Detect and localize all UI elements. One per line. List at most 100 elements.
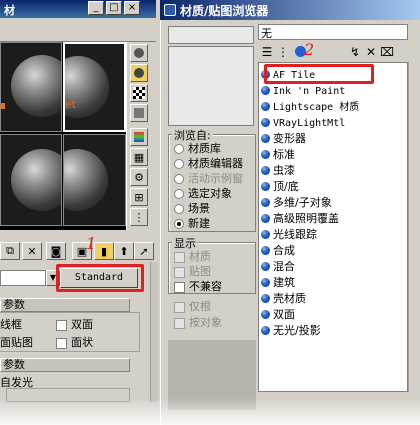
checkbox[interactable]	[174, 281, 185, 293]
list-item[interactable]: 双面	[261, 307, 295, 323]
material-ball-icon	[261, 166, 270, 175]
material-editor-title: 材	[4, 4, 15, 17]
sample-sphere	[64, 149, 108, 211]
basic-params-rollout[interactable]: 参数	[0, 358, 130, 372]
maximize-button[interactable]: □	[106, 1, 122, 15]
go-parent-icon: ⬆	[119, 244, 129, 258]
list-item[interactable]: 多维/子对象	[261, 195, 332, 211]
radio-button[interactable]	[174, 189, 184, 199]
sample-slot-2[interactable]: et	[63, 42, 126, 132]
browser-path-field[interactable]: 无	[258, 24, 408, 40]
list-scrollbar[interactable]	[408, 62, 420, 392]
browser-toolbar: ☰ ⋮ ↯ ✕ ⌧	[258, 42, 420, 62]
close-button[interactable]: ×	[124, 1, 140, 15]
browse-active-slot-radio: 活动示例窗	[174, 170, 243, 186]
material-ball-icon	[261, 294, 270, 303]
checkbox	[174, 301, 185, 313]
material-ball-icon	[261, 230, 270, 239]
face-map-option[interactable]: 面贴图	[0, 334, 33, 350]
material-ball-icon	[261, 102, 270, 111]
sample-slot-4[interactable]	[63, 134, 126, 226]
browse-scene-radio[interactable]: 场景	[174, 200, 210, 216]
material-ball-icon	[261, 278, 270, 287]
select-icon: ⊞	[134, 190, 144, 204]
list-item[interactable]: Lightscape 材质	[261, 99, 359, 115]
select-by-material-button[interactable]: ⊞	[130, 188, 148, 206]
radio-button[interactable]	[174, 204, 184, 214]
faceted-option[interactable]: 面状	[56, 334, 93, 350]
browse-mtl-library-radio[interactable]: 材质库	[174, 140, 221, 156]
list-item[interactable]: 高级照明覆盖	[261, 211, 339, 227]
list-item[interactable]: 无光/投影	[261, 323, 321, 339]
checkbox	[174, 317, 185, 329]
shader-basic-params-rollout[interactable]: 参数	[0, 298, 130, 312]
go-to-parent-button[interactable]: ⬆	[114, 242, 134, 260]
update-scene-materials-button[interactable]: ↯	[348, 43, 362, 60]
material-type-list[interactable]: AF Tile Ink 'n Paint Lightscape 材质 VRayL…	[258, 62, 408, 392]
list-item[interactable]: 合成	[261, 243, 295, 259]
view-list-icons-button[interactable]: ⋮	[276, 43, 290, 60]
radio-button[interactable]	[174, 144, 184, 154]
list-item[interactable]: 变形器	[261, 131, 306, 147]
put-to-library-button[interactable]: ◙	[46, 242, 66, 260]
sample-slot-1[interactable]	[0, 42, 62, 132]
material-ball-icon	[261, 310, 270, 319]
two-sided-label: 双面	[71, 318, 93, 331]
list-item[interactable]: 虫漆	[261, 163, 295, 179]
material-ball-icon	[261, 182, 270, 191]
list-item[interactable]: 光线跟踪	[261, 227, 317, 243]
params-scrollbar[interactable]	[150, 262, 158, 402]
radio-button[interactable]	[174, 159, 184, 169]
go-forward-button[interactable]: ➚	[134, 242, 154, 260]
list-item[interactable]: VRayLightMtl	[261, 115, 345, 131]
browse-new-radio[interactable]: 新建	[174, 215, 210, 231]
sample-slot-3[interactable]	[0, 134, 62, 226]
list-item[interactable]: 建筑	[261, 275, 295, 291]
video-color-check-button[interactable]	[130, 128, 148, 146]
checkbox	[174, 266, 185, 278]
wire-option[interactable]: 线框	[0, 316, 22, 332]
wire-label: 线框	[0, 318, 22, 331]
sample-sphere	[11, 149, 61, 211]
list-item[interactable]: 标准	[261, 147, 295, 163]
highlight-box-2	[264, 64, 374, 84]
radio-button[interactable]	[174, 219, 184, 229]
material-navigator-button[interactable]: ⋮	[130, 208, 148, 226]
background-button[interactable]	[130, 84, 148, 102]
minimize-button[interactable]: _	[88, 1, 104, 15]
list-item-label: 高级照明覆盖	[273, 212, 339, 225]
preview-window	[168, 46, 254, 126]
show-incompatible-checkbox-row[interactable]: 不兼容	[174, 278, 222, 294]
browse-selected-radio[interactable]: 选定对象	[174, 185, 232, 201]
bottom-toolbar: ⧉ ✕ ◙ ▣ ▮ ⬆ ➚	[0, 240, 156, 262]
checkbox	[174, 251, 185, 263]
two-sided-checkbox[interactable]	[56, 319, 67, 331]
show-map-in-viewport-button[interactable]: ▮	[94, 242, 114, 260]
reset-map-button[interactable]: ✕	[22, 242, 42, 260]
material-ball-icon	[261, 86, 270, 95]
list-item-label: 虫漆	[273, 164, 295, 177]
backlight-button[interactable]	[130, 64, 148, 82]
assign-material-button[interactable]: ⧉	[0, 242, 20, 260]
faceted-checkbox[interactable]	[56, 337, 67, 349]
browse-mtl-editor-radio[interactable]: 材质编辑器	[174, 155, 243, 171]
two-sided-option[interactable]: 双面	[56, 316, 93, 332]
list-item[interactable]: 混合	[261, 259, 295, 275]
make-preview-button[interactable]: ▦	[130, 148, 148, 166]
list-item[interactable]: Ink 'n Paint	[261, 83, 345, 99]
callout-number-1: 1	[86, 234, 97, 253]
clear-library-button[interactable]: ⌧	[380, 43, 394, 60]
list-item-label: 变形器	[273, 132, 306, 145]
list-item[interactable]: 壳材质	[261, 291, 306, 307]
sample-slots: et	[0, 42, 126, 230]
view-list-button[interactable]: ☰	[260, 43, 274, 60]
app-icon	[164, 4, 176, 16]
list-item[interactable]: 顶/底	[261, 179, 299, 195]
options-button[interactable]: ⚙	[130, 168, 148, 186]
uv-tiling-button[interactable]	[130, 104, 148, 122]
preview-name-field	[168, 26, 254, 44]
by-object-checkbox-row: 按对象	[174, 314, 222, 330]
delete-from-library-button[interactable]: ✕	[364, 43, 378, 60]
material-name-field[interactable]	[0, 270, 46, 286]
sample-type-button[interactable]	[130, 44, 148, 62]
